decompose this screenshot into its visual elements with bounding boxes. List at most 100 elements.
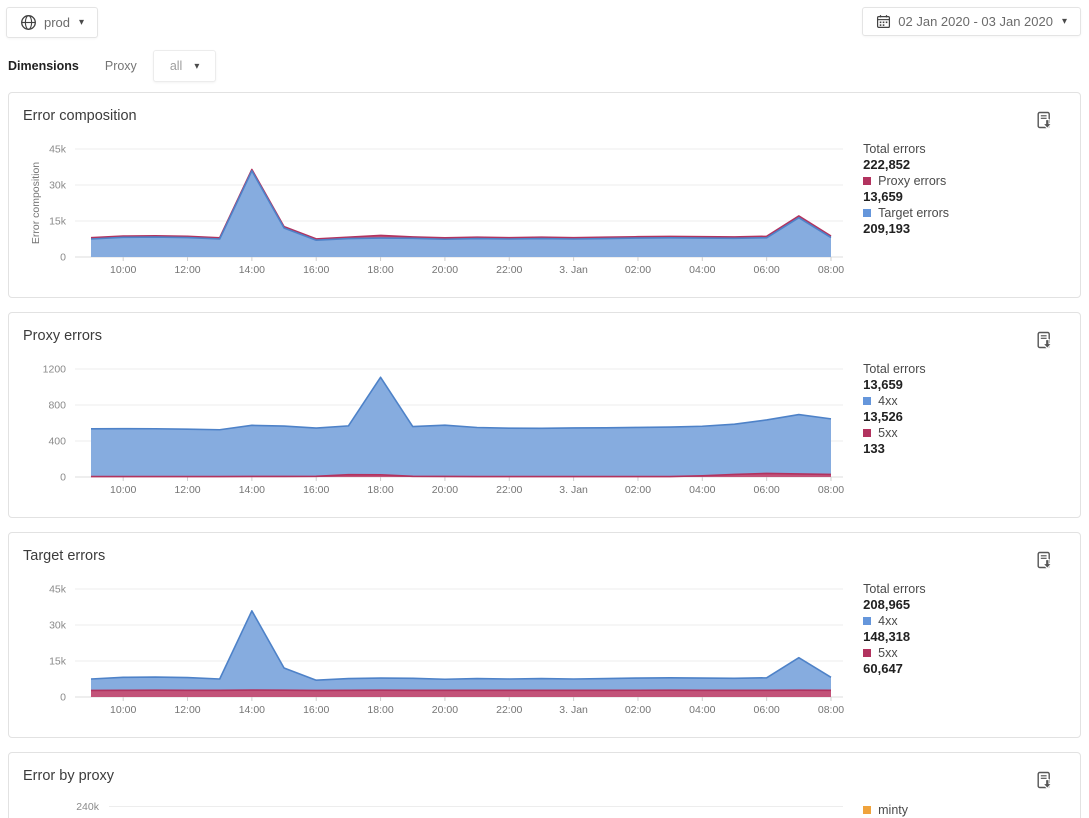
chart-legend: minty (863, 800, 1066, 818)
legend-item-target-errors[interactable]: Target errors (863, 205, 1066, 221)
svg-text:10:00: 10:00 (110, 704, 136, 715)
chart-title: Error composition (23, 107, 1066, 126)
svg-text:22:00: 22:00 (496, 264, 522, 275)
chevron-down-icon: ▾ (194, 61, 199, 72)
globe-icon (20, 14, 37, 31)
legend-total-label: Total errors (863, 361, 1066, 377)
svg-text:04:00: 04:00 (689, 704, 715, 715)
legend-item-minty[interactable]: minty (863, 802, 1066, 818)
svg-text:20:00: 20:00 (432, 264, 458, 275)
svg-text:1200: 1200 (43, 364, 67, 376)
series-swatch (863, 617, 871, 625)
chevron-down-icon: ▾ (79, 17, 84, 28)
legend-item-label: 4xx (878, 613, 897, 629)
svg-text:30k: 30k (49, 620, 67, 632)
legend-total-label: Total errors (863, 141, 1066, 157)
svg-text:02:00: 02:00 (625, 704, 651, 715)
series-swatch (863, 806, 871, 814)
chart-title: Target errors (23, 547, 1066, 566)
svg-text:0: 0 (60, 692, 66, 704)
legend-total-value: 208,965 (863, 597, 1066, 613)
svg-text:14:00: 14:00 (239, 704, 265, 715)
legend-item-label: 5xx (878, 425, 897, 441)
svg-text:800: 800 (48, 400, 66, 412)
svg-text:45k: 45k (49, 144, 67, 156)
legend-item-label: 4xx (878, 393, 897, 409)
svg-text:20:00: 20:00 (432, 704, 458, 715)
legend-item-label: Target errors (878, 205, 949, 221)
legend-item-value: 209,193 (863, 221, 1066, 237)
svg-text:08:00: 08:00 (818, 264, 844, 275)
legend-total-value: 13,659 (863, 377, 1066, 393)
svg-text:3. Jan: 3. Jan (559, 704, 588, 715)
legend-item-value: 13,659 (863, 189, 1066, 205)
download-report-icon[interactable] (1035, 771, 1054, 796)
chart-legend: Total errors 13,659 4xx 13,526 5xx 133 (863, 359, 1066, 457)
svg-text:400: 400 (48, 436, 66, 448)
legend-item-proxy-errors[interactable]: Proxy errors (863, 173, 1066, 189)
legend-item-5xx[interactable]: 5xx (863, 425, 1066, 441)
svg-text:04:00: 04:00 (689, 264, 715, 275)
legend-total-value: 222,852 (863, 157, 1066, 173)
svg-text:22:00: 22:00 (496, 484, 522, 495)
legend-total-label: Total errors (863, 581, 1066, 597)
svg-text:08:00: 08:00 (818, 704, 844, 715)
calendar-icon (876, 14, 891, 29)
series-swatch (863, 177, 871, 185)
svg-text:10:00: 10:00 (110, 484, 136, 495)
proxy-filter-select[interactable]: all ▾ (153, 50, 217, 82)
svg-text:3. Jan: 3. Jan (559, 264, 588, 275)
series-swatch (863, 209, 871, 217)
target-errors-chart[interactable]: 0 15k 30k 45k 10:00 12:00 14:00 16:00 18:00 20:00… (23, 579, 859, 715)
chart-title: Proxy errors (23, 327, 1066, 346)
svg-text:0: 0 (60, 472, 66, 484)
svg-text:14:00: 14:00 (239, 264, 265, 275)
dimensions-label: Dimensions (8, 59, 79, 73)
legend-item-5xx[interactable]: 5xx (863, 645, 1066, 661)
chart-card-error-by-proxy: Error by proxy 240k minty (8, 752, 1081, 818)
svg-text:12:00: 12:00 (174, 704, 200, 715)
svg-text:18:00: 18:00 (367, 704, 393, 715)
svg-text:02:00: 02:00 (625, 264, 651, 275)
legend-item-value: 133 (863, 441, 1066, 457)
y-axis-tick-label: 240k (76, 801, 100, 813)
chart-card-target-errors: Target errors 0 15k 30k 45k 10:00 12:00 14:00 1… (8, 532, 1081, 738)
proxy-filter-label: Proxy (105, 59, 137, 73)
legend-item-label: Proxy errors (878, 173, 946, 189)
legend-item-4xx[interactable]: 4xx (863, 613, 1066, 629)
svg-text:30k: 30k (49, 180, 67, 192)
svg-text:15k: 15k (49, 656, 67, 668)
legend-item-label: 5xx (878, 645, 897, 661)
error-by-proxy-chart[interactable]: 240k (23, 800, 859, 818)
svg-text:10:00: 10:00 (110, 264, 136, 275)
svg-text:3. Jan: 3. Jan (559, 484, 588, 495)
svg-text:12:00: 12:00 (174, 484, 200, 495)
proxy-errors-chart[interactable]: 0400800120010:0012:0014:0016:0018:0020:0… (23, 359, 859, 495)
download-report-icon[interactable] (1035, 331, 1054, 356)
legend-item-4xx[interactable]: 4xx (863, 393, 1066, 409)
download-report-icon[interactable] (1035, 551, 1054, 576)
series-swatch (863, 397, 871, 405)
environment-label: prod (44, 15, 70, 30)
legend-item-label: minty (878, 802, 908, 818)
svg-text:04:00: 04:00 (689, 484, 715, 495)
svg-text:18:00: 18:00 (367, 264, 393, 275)
download-report-icon[interactable] (1035, 111, 1054, 136)
svg-text:12:00: 12:00 (174, 264, 200, 275)
svg-text:08:00: 08:00 (818, 484, 844, 495)
error-composition-chart[interactable]: 015k30k45k10:0012:0014:0016:0018:0020:00… (23, 139, 859, 275)
svg-text:16:00: 16:00 (303, 704, 329, 715)
chart-legend: Total errors 208,965 4xx 148,318 5xx 60,… (863, 579, 1066, 677)
svg-text:45k: 45k (49, 584, 67, 596)
legend-item-value: 60,647 (863, 661, 1066, 677)
date-range-label: 02 Jan 2020 - 03 Jan 2020 (898, 14, 1053, 29)
dimensions-bar: Dimensions Proxy all ▾ (0, 38, 1089, 92)
date-range-dropdown[interactable]: 02 Jan 2020 - 03 Jan 2020 ▾ (862, 7, 1081, 36)
svg-text:Error composition: Error composition (30, 162, 42, 244)
svg-text:16:00: 16:00 (303, 264, 329, 275)
svg-text:06:00: 06:00 (754, 484, 780, 495)
svg-text:16:00: 16:00 (303, 484, 329, 495)
proxy-filter-value: all (170, 59, 183, 73)
environment-dropdown[interactable]: prod ▾ (6, 7, 98, 38)
chevron-down-icon: ▾ (1062, 16, 1067, 27)
